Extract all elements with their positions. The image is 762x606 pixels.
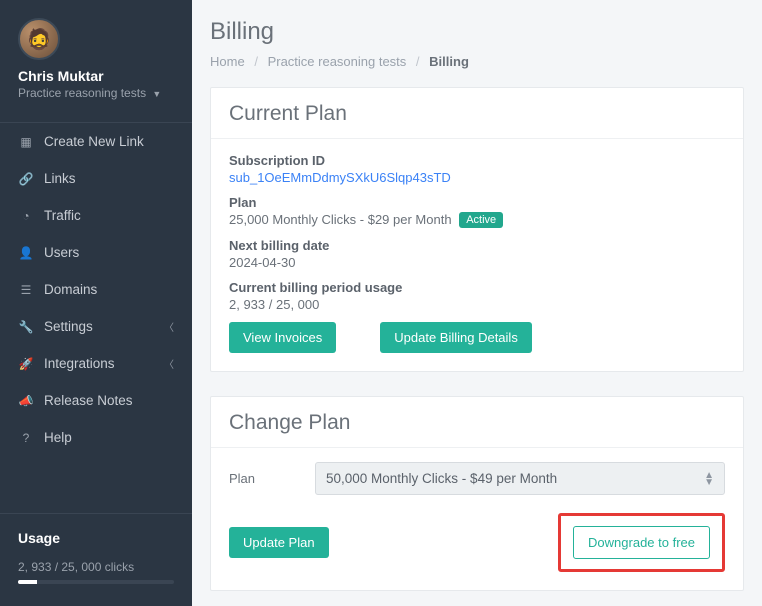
breadcrumb-org[interactable]: Practice reasoning tests [268, 54, 407, 69]
update-billing-details-button[interactable]: Update Billing Details [380, 322, 532, 353]
panel-body: Subscription ID sub_1OeEMmDdmySXkU6Slqp4… [211, 139, 743, 371]
nav-label: Traffic [44, 208, 81, 223]
downgrade-highlight: Downgrade to free [558, 513, 725, 572]
usage-bar [18, 580, 174, 584]
megaphone-icon: 📣 [18, 394, 34, 408]
nav-integrations[interactable]: 🚀 Integrations 〈 [0, 345, 192, 382]
nav-settings[interactable]: 🔧 Settings 〈 [0, 308, 192, 345]
plan-select-value: 50,000 Monthly Clicks - $49 per Month [326, 471, 557, 486]
usage-block: Usage 2, 933 / 25, 000 clicks [0, 513, 192, 606]
nav-label: Release Notes [44, 393, 133, 408]
plan-select-label: Plan [229, 471, 315, 486]
list-icon: ☰ [18, 283, 34, 297]
button-row: Update Plan Downgrade to free [229, 513, 725, 572]
link-icon: 🔗 [18, 172, 34, 186]
nav-domains[interactable]: ☰ Domains [0, 271, 192, 308]
plan-select[interactable]: 50,000 Monthly Clicks - $49 per Month ▲▼ [315, 462, 725, 495]
wrench-icon: 🔧 [18, 320, 34, 334]
chevron-left-icon: 〈 [164, 319, 174, 334]
nav-label: Users [44, 245, 79, 260]
nav-label: Domains [44, 282, 97, 297]
panel-heading: Change Plan [211, 397, 743, 448]
breadcrumb: Home / Practice reasoning tests / Billin… [210, 54, 744, 69]
usage-bar-fill [18, 580, 37, 584]
plan-label: Plan [229, 195, 725, 210]
plan-value-row: 25,000 Monthly Clicks - $29 per Month Ac… [229, 212, 725, 228]
nav-users[interactable]: 👤 Users [0, 234, 192, 271]
nav: ▦ Create New Link 🔗 Links ◔ Traffic 👤 Us… [0, 122, 192, 456]
profile-block: 🧔 Chris Muktar Practice reasoning tests … [0, 0, 192, 112]
page-title: Billing [210, 18, 744, 46]
sidebar: 🧔 Chris Muktar Practice reasoning tests … [0, 0, 192, 606]
nav-help[interactable]: ? Help [0, 419, 192, 456]
breadcrumb-current: Billing [429, 54, 469, 69]
next-billing-label: Next billing date [229, 238, 725, 253]
panel-heading: Current Plan [211, 88, 743, 139]
nav-links[interactable]: 🔗 Links [0, 160, 192, 197]
button-row: View Invoices Update Billing Details [229, 322, 725, 353]
nav-release-notes[interactable]: 📣 Release Notes [0, 382, 192, 419]
nav-traffic[interactable]: ◔ Traffic [0, 197, 192, 234]
chevron-down-icon: ▼ [152, 89, 161, 99]
nav-label: Create New Link [44, 134, 144, 149]
panel-body: Plan 50,000 Monthly Clicks - $49 per Mon… [211, 448, 743, 590]
period-usage-value: 2, 933 / 25, 000 [229, 297, 725, 312]
nav-create-link[interactable]: ▦ Create New Link [0, 123, 192, 160]
main-content: Billing Home / Practice reasoning tests … [192, 0, 762, 606]
period-usage-label: Current billing period usage [229, 280, 725, 295]
subscription-id-label: Subscription ID [229, 153, 725, 168]
nav-label: Settings [44, 319, 93, 334]
org-name: Practice reasoning tests [18, 86, 146, 100]
view-invoices-button[interactable]: View Invoices [229, 322, 336, 353]
help-icon: ? [18, 431, 34, 445]
rocket-icon: 🚀 [18, 357, 34, 371]
plan-value: 25,000 Monthly Clicks - $29 per Month [229, 212, 452, 227]
nav-label: Links [44, 171, 76, 186]
current-plan-panel: Current Plan Subscription ID sub_1OeEMmD… [210, 87, 744, 372]
select-caret-icon: ▲▼ [704, 472, 714, 486]
user-name: Chris Muktar [18, 68, 174, 84]
next-billing-value: 2024-04-30 [229, 255, 725, 270]
subscription-id-value[interactable]: sub_1OeEMmDdmySXkU6Slqp43sTD [229, 170, 725, 185]
avatar[interactable]: 🧔 [18, 18, 60, 60]
chevron-left-icon: 〈 [164, 356, 174, 371]
usage-title: Usage [18, 530, 174, 546]
update-plan-button[interactable]: Update Plan [229, 527, 329, 558]
breadcrumb-separator: / [416, 54, 420, 69]
grid-icon: ▦ [18, 135, 34, 149]
breadcrumb-separator: / [254, 54, 258, 69]
usage-text: 2, 933 / 25, 000 clicks [18, 560, 174, 574]
user-icon: 👤 [18, 246, 34, 260]
downgrade-to-free-button[interactable]: Downgrade to free [573, 526, 710, 559]
plan-select-row: Plan 50,000 Monthly Clicks - $49 per Mon… [229, 462, 725, 495]
nav-label: Help [44, 430, 72, 445]
org-switcher[interactable]: Practice reasoning tests ▼ [18, 86, 174, 100]
breadcrumb-home[interactable]: Home [210, 54, 245, 69]
status-badge: Active [459, 212, 503, 228]
change-plan-panel: Change Plan Plan 50,000 Monthly Clicks -… [210, 396, 744, 591]
nav-label: Integrations [44, 356, 115, 371]
chart-icon: ◔ [18, 209, 34, 223]
